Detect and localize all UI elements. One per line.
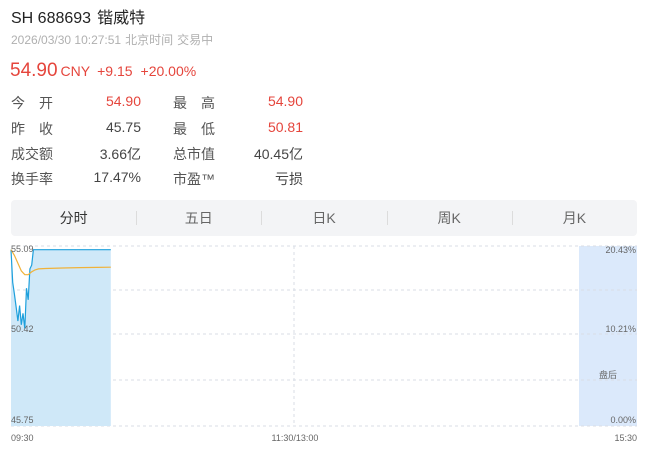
current-price: 54.90 <box>10 60 58 81</box>
stat-value-turnover: 3.66亿 <box>99 146 141 162</box>
tab-weekly-k[interactable]: 周K <box>386 200 512 236</box>
tab-daily-k[interactable]: 日K <box>261 200 386 236</box>
y-tick-right-mid: 10.21% <box>605 324 636 334</box>
stat-value-high: 54.90 <box>267 93 303 109</box>
stock-name: 锴威特 <box>97 10 146 27</box>
intraday-chart[interactable]: 55.09 50.42 45.75 20.43% 10.21% 0.00% 盘后… <box>0 240 656 454</box>
stat-label-turnover-rate: 换手率 <box>11 171 53 187</box>
price-row: 54.90 CNY +9.15 +20.00% <box>10 60 196 82</box>
stat-label-open: 今 开 <box>11 95 53 111</box>
stat-value-market-cap: 40.45亿 <box>253 146 303 162</box>
stat-value-pe-ratio: 亏损 <box>275 171 303 187</box>
currency-label: CNY <box>60 63 91 79</box>
x-tick-open: 09:30 <box>11 433 34 443</box>
stat-label-prev-close: 昨 收 <box>11 121 53 137</box>
tab-five-day[interactable]: 五日 <box>136 200 261 236</box>
tab-intraday[interactable]: 分时 <box>11 200 136 236</box>
y-tick-right-bottom: 0.00% <box>610 415 636 425</box>
stat-value-prev-close: 45.75 <box>105 119 141 135</box>
x-tick-close: 15:30 <box>614 433 637 443</box>
trading-status-line: 2026/03/30 10:27:51 北京时间 交易中 <box>11 31 213 48</box>
y-tick-left-bottom: 45.75 <box>11 415 34 425</box>
quote-datetime: 2026/03/30 10:27:51 <box>11 33 122 47</box>
y-tick-left-top: 55.09 <box>11 244 34 254</box>
stat-label-turnover: 成交额 <box>11 146 53 162</box>
stock-code: SH 688693 <box>11 10 92 27</box>
stat-value-turnover-rate: 17.47% <box>93 169 141 185</box>
after-hours-zone <box>579 246 637 426</box>
stat-label-high: 最 高 <box>173 95 215 111</box>
y-tick-right-top: 20.43% <box>605 245 636 255</box>
chart-period-tabs: 分时 五日 日K 周K 月K <box>11 200 637 236</box>
price-area-fill <box>11 249 111 426</box>
trading-status: 交易中 <box>177 33 214 47</box>
price-change-percent: +20.00% <box>140 63 197 79</box>
stock-title: SH 688693 锴威特 <box>11 4 145 28</box>
after-hours-label: 盘后 <box>599 369 617 380</box>
stat-label-low: 最 低 <box>173 121 215 137</box>
x-tick-midday: 11:30/13:00 <box>272 433 319 443</box>
timezone-label: 北京时间 <box>125 33 174 47</box>
stat-label-pe-ratio: 市盈™ <box>173 171 215 187</box>
stat-value-low: 50.81 <box>267 119 303 135</box>
price-change: +9.15 <box>97 63 133 79</box>
stat-value-open: 54.90 <box>105 93 141 109</box>
y-tick-left-mid: 50.42 <box>11 324 34 334</box>
tab-monthly-k[interactable]: 月K <box>511 200 637 236</box>
stat-label-market-cap: 总市值 <box>173 146 215 162</box>
